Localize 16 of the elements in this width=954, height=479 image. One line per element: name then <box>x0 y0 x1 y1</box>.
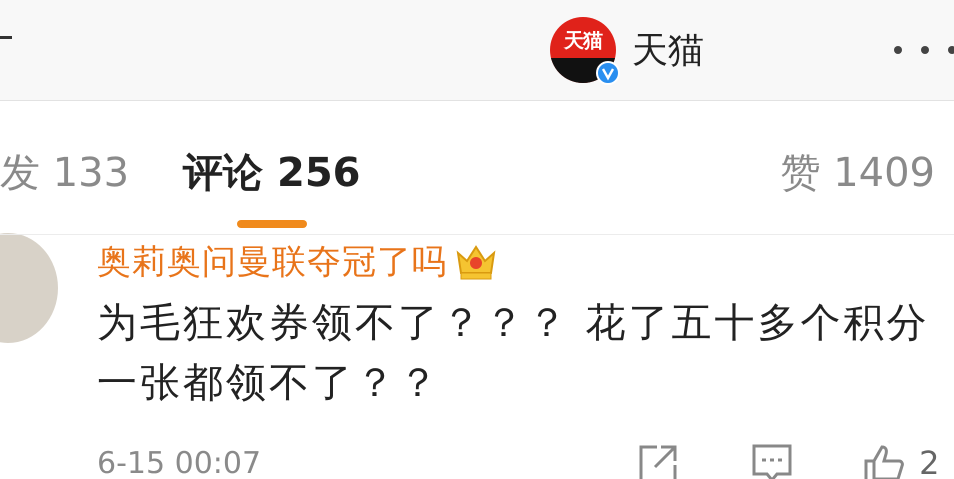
author-name[interactable]: 奥莉奥问曼联夺冠了吗 <box>97 239 447 285</box>
account-name: 天猫 <box>632 28 704 72</box>
back-icon[interactable] <box>0 36 12 40</box>
comment-text: 为毛狂欢券领不了？？？ 花了五十多个积分一张都领不了？？ <box>97 299 931 408</box>
tab-indicator <box>236 220 307 228</box>
tab[interactable]: 赞 1409 <box>780 145 935 200</box>
tab[interactable]: 评论 256 <box>183 145 360 200</box>
share-icon[interactable] <box>637 443 680 479</box>
account-logo: 天猫 <box>550 17 616 83</box>
tab[interactable]: 发 133 <box>0 145 130 200</box>
crown-icon <box>455 243 497 281</box>
like-count: 2 <box>919 444 940 479</box>
comment-icon[interactable] <box>751 443 794 479</box>
more-icon[interactable] <box>892 45 954 55</box>
thumbs-up-icon[interactable] <box>863 443 906 479</box>
comment-time: 6-15 00:07 <box>97 446 262 479</box>
